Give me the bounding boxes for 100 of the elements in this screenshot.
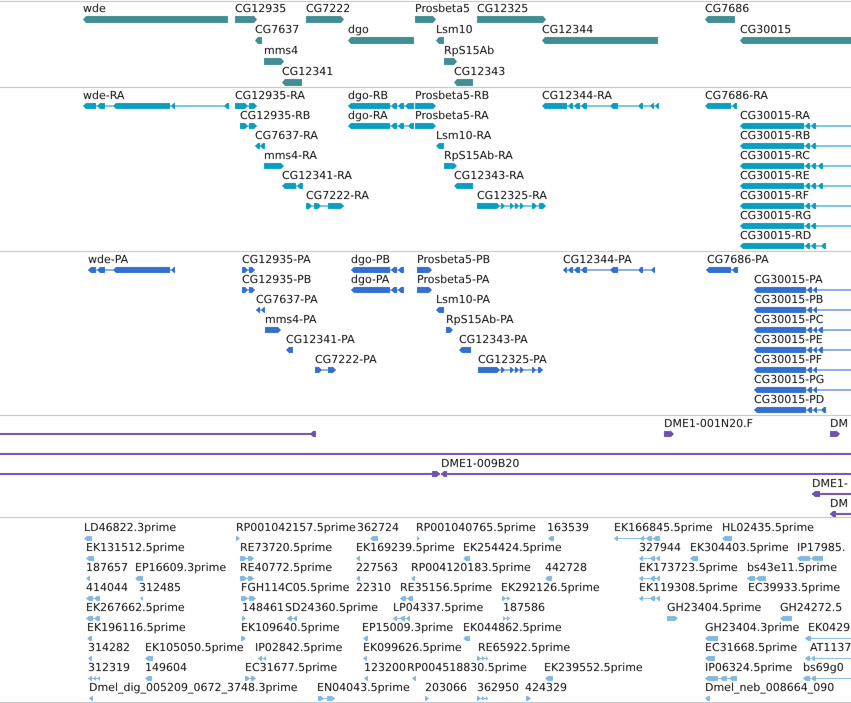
est-label: 163539 xyxy=(547,521,589,534)
est-label: 414044 xyxy=(86,581,128,594)
gene-label: Prosbeta5 xyxy=(415,2,470,15)
transcript-label: CG7686-RA xyxy=(705,89,768,102)
est-label: EK254424.5prime xyxy=(463,541,562,554)
transcript-label: CG30015-RE xyxy=(740,169,810,182)
est-label: RE65922.5prime xyxy=(478,641,570,654)
transcript-label: CG7222-RA xyxy=(306,189,369,202)
transcript-label: CG30015-RG xyxy=(740,209,812,222)
protein-label: CG30015-PB xyxy=(754,293,824,306)
protein-label: CG30015-PE xyxy=(754,333,823,346)
est-label: EK292126.5prime xyxy=(501,581,600,594)
est-label: EC31677.5prime xyxy=(245,661,338,674)
protein-label: RpS15Ab-PA xyxy=(446,313,514,326)
est-label: 424329 xyxy=(525,681,567,694)
est-label: 148461 xyxy=(242,601,284,614)
protein-label: CG30015-PD xyxy=(754,393,824,406)
est-label: RP004518830.5prime xyxy=(407,661,527,674)
est-label: 123200 xyxy=(364,661,406,674)
gene-label: CG12325 xyxy=(477,2,528,15)
protein-label: Lsm10-PA xyxy=(436,293,490,306)
gene-label: Lsm10 xyxy=(436,23,473,36)
gene-label: mms4 xyxy=(264,44,298,57)
est-label: 312319 xyxy=(88,661,130,674)
est-label: EK109640.5prime xyxy=(241,621,340,634)
protein-label: Prosbeta5-PB xyxy=(417,253,490,266)
transcript-label: dgo-RA xyxy=(348,109,388,122)
est-label: bs43e11.5prime xyxy=(747,561,838,574)
est-label: EK267662.5prime xyxy=(86,601,185,614)
est-label: RP001042157.5prime xyxy=(236,521,356,534)
protein-label: wde-PA xyxy=(88,253,128,266)
est-label: 362950 xyxy=(477,681,519,694)
est-label: EP16609.3prime xyxy=(135,561,226,574)
gene-label: CG7222 xyxy=(306,2,350,15)
protein-label: CG12344-PA xyxy=(563,253,632,266)
protein-label: CG7637-PA xyxy=(256,293,318,306)
est-label: RP004120183.5prime xyxy=(411,561,531,574)
est-label: LP04337.5prime xyxy=(393,601,484,614)
protein-label: CG30015-PG xyxy=(754,373,824,386)
est-label: IP06324.5prime xyxy=(705,661,792,674)
transcript-label: CG12935-RB xyxy=(240,109,310,122)
transcript-label: Lsm10-RA xyxy=(436,129,492,142)
gene-label: CG7637 xyxy=(255,23,300,36)
est-label: Dmel_neb_008664_090 xyxy=(705,681,834,694)
transcript-label: CG12341-RA xyxy=(282,169,352,182)
clone-label: DME1-001N20.F xyxy=(664,417,753,430)
est-label: EK131512.5prime xyxy=(86,541,185,554)
protein-label: dgo-PB xyxy=(351,253,390,266)
transcript-label: CG30015-RF xyxy=(740,189,810,202)
transcript-label: RpS15Ab-RA xyxy=(444,149,513,162)
est-label: IP02842.5prime xyxy=(255,641,342,654)
protein-label: CG12343-PA xyxy=(459,333,528,346)
transcript-label: CG12344-RA xyxy=(542,89,612,102)
est-label: bs69g0 xyxy=(803,661,844,674)
gene-label: dgo xyxy=(348,23,369,36)
est-label: 327944 xyxy=(639,541,681,554)
protein-label: CG12325-PA xyxy=(478,353,547,366)
est-label: 314282 xyxy=(88,641,130,654)
transcript-label: CG12343-RA xyxy=(454,169,524,182)
est-label: RE40772.5prime xyxy=(240,561,332,574)
transcript-label: mms4-RA xyxy=(264,149,317,162)
gene-label: CG12341 xyxy=(282,65,334,78)
clone-label: DME1-009B20 xyxy=(441,457,520,470)
protein-label: Prosbeta5-PA xyxy=(417,273,490,286)
est-label: EK044862.5prime xyxy=(463,621,562,634)
transcript-label: CG12935-RA xyxy=(235,89,305,102)
est-label: RE35156.5prime xyxy=(400,581,492,594)
est-label: 149604 xyxy=(145,661,187,674)
est-label: GH24272.5 xyxy=(780,601,842,614)
est-label: 187657 xyxy=(86,561,128,574)
gene-label: CG7686 xyxy=(705,2,750,15)
gene-label: RpS15Ab xyxy=(444,44,494,57)
protein-label: CG30015-PA xyxy=(754,273,823,286)
transcript-label: CG30015-RA xyxy=(740,109,810,122)
est-label: 442728 xyxy=(545,561,587,574)
est-label: 362724 xyxy=(357,521,399,534)
est-label: GH23404.5prime xyxy=(667,601,762,614)
est-label: RP001040765.5prime xyxy=(416,521,536,534)
est-label: IP17985. xyxy=(797,541,846,554)
est-label: EK173723.5prime xyxy=(639,561,738,574)
est-label: AT1137 xyxy=(810,641,851,654)
transcript-label: CG30015-RC xyxy=(740,149,810,162)
est-label: HL02435.5prime xyxy=(722,521,814,534)
protein-label: mms4-PA xyxy=(265,313,317,326)
transcript-label: Prosbeta5-RB xyxy=(415,89,490,102)
est-label: EK119308.5prime xyxy=(639,581,738,594)
est-label: EP15009.3prime xyxy=(362,621,454,634)
transcript-label: CG12325-RA xyxy=(477,189,547,202)
clone-label: DME1- xyxy=(812,477,848,490)
est-label: EK304403.5prime xyxy=(690,541,789,554)
est-label: FGH114C05.5prime xyxy=(241,581,350,594)
est-label: RE73720.5prime xyxy=(240,541,332,554)
est-label: EK0429 xyxy=(808,621,850,634)
transcript-label: CG7637-RA xyxy=(255,129,318,142)
protein-label: CG12935-PB xyxy=(242,273,312,286)
est-label: LD46822.3prime xyxy=(84,521,176,534)
protein-label: CG7686-PA xyxy=(707,253,769,266)
transcript-label: dgo-RB xyxy=(348,89,388,102)
gene-label: CG30015 xyxy=(740,23,792,36)
protein-label: CG12935-PA xyxy=(242,253,311,266)
